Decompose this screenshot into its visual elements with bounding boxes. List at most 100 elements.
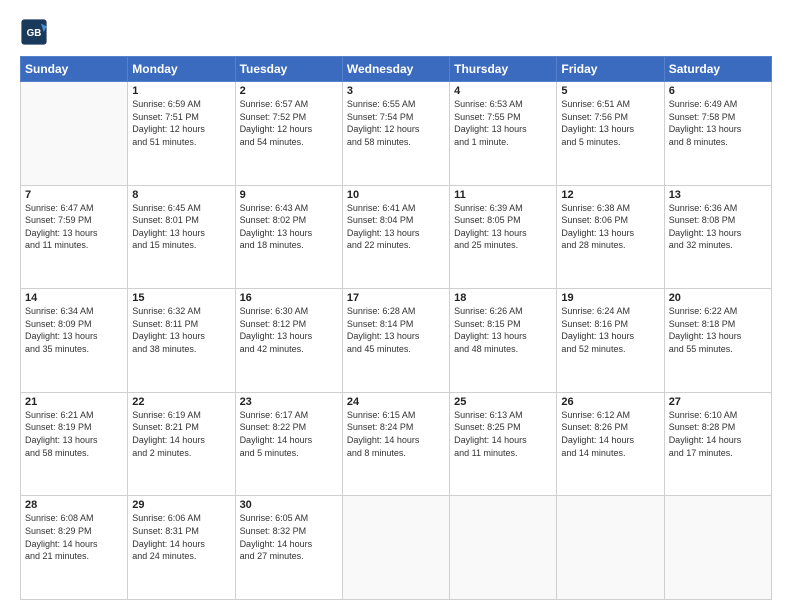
day-info: Sunrise: 6:57 AM Sunset: 7:52 PM Dayligh… (240, 98, 338, 148)
calendar-cell: 8Sunrise: 6:45 AM Sunset: 8:01 PM Daylig… (128, 185, 235, 289)
day-info: Sunrise: 6:19 AM Sunset: 8:21 PM Dayligh… (132, 409, 230, 459)
weekday-header-row: SundayMondayTuesdayWednesdayThursdayFrid… (21, 57, 772, 82)
calendar-cell (664, 496, 771, 600)
calendar-cell: 1Sunrise: 6:59 AM Sunset: 7:51 PM Daylig… (128, 82, 235, 186)
header: GB (20, 18, 772, 46)
day-number: 21 (25, 396, 123, 408)
day-info: Sunrise: 6:43 AM Sunset: 8:02 PM Dayligh… (240, 202, 338, 252)
calendar-cell (557, 496, 664, 600)
calendar-table: SundayMondayTuesdayWednesdayThursdayFrid… (20, 56, 772, 600)
day-number: 26 (561, 396, 659, 408)
calendar-cell: 7Sunrise: 6:47 AM Sunset: 7:59 PM Daylig… (21, 185, 128, 289)
calendar-cell: 15Sunrise: 6:32 AM Sunset: 8:11 PM Dayli… (128, 289, 235, 393)
calendar-cell: 30Sunrise: 6:05 AM Sunset: 8:32 PM Dayli… (235, 496, 342, 600)
calendar-cell: 11Sunrise: 6:39 AM Sunset: 8:05 PM Dayli… (450, 185, 557, 289)
day-info: Sunrise: 6:30 AM Sunset: 8:12 PM Dayligh… (240, 305, 338, 355)
day-number: 3 (347, 85, 445, 97)
day-number: 10 (347, 189, 445, 201)
day-number: 11 (454, 189, 552, 201)
day-number: 29 (132, 499, 230, 511)
day-number: 17 (347, 292, 445, 304)
calendar-cell: 26Sunrise: 6:12 AM Sunset: 8:26 PM Dayli… (557, 392, 664, 496)
calendar-cell: 27Sunrise: 6:10 AM Sunset: 8:28 PM Dayli… (664, 392, 771, 496)
week-row-5: 28Sunrise: 6:08 AM Sunset: 8:29 PM Dayli… (21, 496, 772, 600)
day-number: 13 (669, 189, 767, 201)
day-number: 19 (561, 292, 659, 304)
day-number: 25 (454, 396, 552, 408)
day-info: Sunrise: 6:12 AM Sunset: 8:26 PM Dayligh… (561, 409, 659, 459)
weekday-header-saturday: Saturday (664, 57, 771, 82)
day-number: 6 (669, 85, 767, 97)
calendar-cell: 19Sunrise: 6:24 AM Sunset: 8:16 PM Dayli… (557, 289, 664, 393)
calendar-cell: 13Sunrise: 6:36 AM Sunset: 8:08 PM Dayli… (664, 185, 771, 289)
calendar-cell: 12Sunrise: 6:38 AM Sunset: 8:06 PM Dayli… (557, 185, 664, 289)
day-number: 24 (347, 396, 445, 408)
calendar-cell: 14Sunrise: 6:34 AM Sunset: 8:09 PM Dayli… (21, 289, 128, 393)
weekday-header-monday: Monday (128, 57, 235, 82)
calendar-cell: 23Sunrise: 6:17 AM Sunset: 8:22 PM Dayli… (235, 392, 342, 496)
day-info: Sunrise: 6:06 AM Sunset: 8:31 PM Dayligh… (132, 512, 230, 562)
calendar-cell: 28Sunrise: 6:08 AM Sunset: 8:29 PM Dayli… (21, 496, 128, 600)
calendar-cell: 10Sunrise: 6:41 AM Sunset: 8:04 PM Dayli… (342, 185, 449, 289)
svg-text:GB: GB (27, 28, 42, 39)
calendar-cell (21, 82, 128, 186)
day-info: Sunrise: 6:13 AM Sunset: 8:25 PM Dayligh… (454, 409, 552, 459)
day-number: 20 (669, 292, 767, 304)
day-number: 7 (25, 189, 123, 201)
day-number: 16 (240, 292, 338, 304)
logo-icon: GB (20, 18, 48, 46)
calendar-cell: 3Sunrise: 6:55 AM Sunset: 7:54 PM Daylig… (342, 82, 449, 186)
calendar-cell: 20Sunrise: 6:22 AM Sunset: 8:18 PM Dayli… (664, 289, 771, 393)
day-info: Sunrise: 6:36 AM Sunset: 8:08 PM Dayligh… (669, 202, 767, 252)
day-number: 14 (25, 292, 123, 304)
day-number: 27 (669, 396, 767, 408)
day-info: Sunrise: 6:22 AM Sunset: 8:18 PM Dayligh… (669, 305, 767, 355)
day-number: 4 (454, 85, 552, 97)
day-info: Sunrise: 6:28 AM Sunset: 8:14 PM Dayligh… (347, 305, 445, 355)
day-info: Sunrise: 6:10 AM Sunset: 8:28 PM Dayligh… (669, 409, 767, 459)
calendar-cell: 25Sunrise: 6:13 AM Sunset: 8:25 PM Dayli… (450, 392, 557, 496)
logo: GB (20, 18, 50, 46)
day-number: 2 (240, 85, 338, 97)
weekday-header-thursday: Thursday (450, 57, 557, 82)
day-number: 8 (132, 189, 230, 201)
calendar-cell (450, 496, 557, 600)
day-info: Sunrise: 6:45 AM Sunset: 8:01 PM Dayligh… (132, 202, 230, 252)
day-number: 28 (25, 499, 123, 511)
day-number: 22 (132, 396, 230, 408)
calendar-cell: 6Sunrise: 6:49 AM Sunset: 7:58 PM Daylig… (664, 82, 771, 186)
day-number: 5 (561, 85, 659, 97)
day-info: Sunrise: 6:32 AM Sunset: 8:11 PM Dayligh… (132, 305, 230, 355)
day-info: Sunrise: 6:39 AM Sunset: 8:05 PM Dayligh… (454, 202, 552, 252)
day-info: Sunrise: 6:26 AM Sunset: 8:15 PM Dayligh… (454, 305, 552, 355)
calendar-cell: 2Sunrise: 6:57 AM Sunset: 7:52 PM Daylig… (235, 82, 342, 186)
weekday-header-friday: Friday (557, 57, 664, 82)
day-info: Sunrise: 6:41 AM Sunset: 8:04 PM Dayligh… (347, 202, 445, 252)
calendar-cell: 4Sunrise: 6:53 AM Sunset: 7:55 PM Daylig… (450, 82, 557, 186)
day-number: 12 (561, 189, 659, 201)
week-row-1: 1Sunrise: 6:59 AM Sunset: 7:51 PM Daylig… (21, 82, 772, 186)
day-info: Sunrise: 6:21 AM Sunset: 8:19 PM Dayligh… (25, 409, 123, 459)
calendar-cell: 22Sunrise: 6:19 AM Sunset: 8:21 PM Dayli… (128, 392, 235, 496)
day-info: Sunrise: 6:53 AM Sunset: 7:55 PM Dayligh… (454, 98, 552, 148)
day-info: Sunrise: 6:38 AM Sunset: 8:06 PM Dayligh… (561, 202, 659, 252)
calendar-cell (342, 496, 449, 600)
week-row-4: 21Sunrise: 6:21 AM Sunset: 8:19 PM Dayli… (21, 392, 772, 496)
weekday-header-tuesday: Tuesday (235, 57, 342, 82)
day-info: Sunrise: 6:24 AM Sunset: 8:16 PM Dayligh… (561, 305, 659, 355)
day-number: 30 (240, 499, 338, 511)
calendar-cell: 5Sunrise: 6:51 AM Sunset: 7:56 PM Daylig… (557, 82, 664, 186)
day-info: Sunrise: 6:51 AM Sunset: 7:56 PM Dayligh… (561, 98, 659, 148)
calendar-cell: 17Sunrise: 6:28 AM Sunset: 8:14 PM Dayli… (342, 289, 449, 393)
day-info: Sunrise: 6:34 AM Sunset: 8:09 PM Dayligh… (25, 305, 123, 355)
day-info: Sunrise: 6:47 AM Sunset: 7:59 PM Dayligh… (25, 202, 123, 252)
day-number: 15 (132, 292, 230, 304)
weekday-header-wednesday: Wednesday (342, 57, 449, 82)
day-info: Sunrise: 6:15 AM Sunset: 8:24 PM Dayligh… (347, 409, 445, 459)
day-info: Sunrise: 6:17 AM Sunset: 8:22 PM Dayligh… (240, 409, 338, 459)
week-row-3: 14Sunrise: 6:34 AM Sunset: 8:09 PM Dayli… (21, 289, 772, 393)
day-number: 18 (454, 292, 552, 304)
calendar-cell: 16Sunrise: 6:30 AM Sunset: 8:12 PM Dayli… (235, 289, 342, 393)
page: GB SundayMondayTuesdayWednesdayThursdayF… (0, 0, 792, 612)
week-row-2: 7Sunrise: 6:47 AM Sunset: 7:59 PM Daylig… (21, 185, 772, 289)
